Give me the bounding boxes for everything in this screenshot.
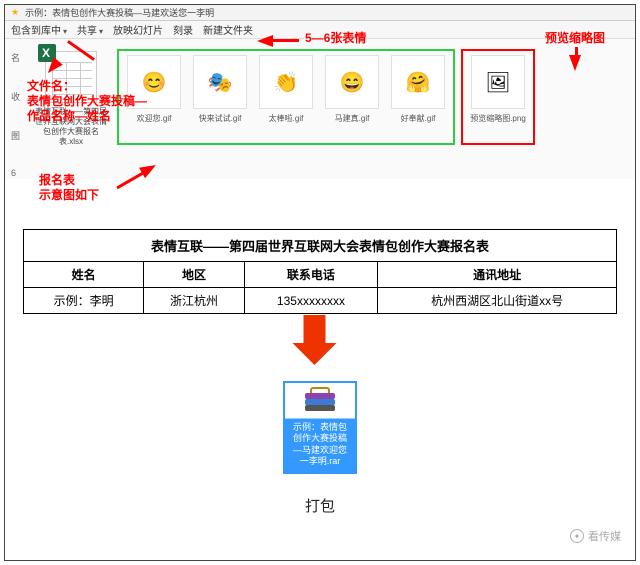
table-title: 表情互联——第四届世界互联网大会表情包创作大赛报名表 xyxy=(23,229,617,261)
table-row: 示例：李明 浙江杭州 135xxxxxxxx 杭州西湖区北山街道xx号 xyxy=(24,288,617,314)
thumb-png-preview[interactable]: 🖼预览缩略图.png xyxy=(467,55,529,139)
ribbon-slideshow[interactable]: 放映幻灯片 xyxy=(113,22,163,37)
ribbon-burn[interactable]: 刻录 xyxy=(173,22,193,37)
th-phone: 联系电话 xyxy=(244,262,377,288)
image-icon: 🖼 xyxy=(471,55,525,109)
wechat-icon: ✦ xyxy=(570,529,584,543)
th-region: 地区 xyxy=(144,262,244,288)
ribbon-share[interactable]: 共享 xyxy=(77,22,103,37)
anno-count: 5—6张表情 xyxy=(305,29,366,46)
thumb-gif-4[interactable]: 😄马建真.gif xyxy=(321,55,383,139)
expression-group: 😊欢迎您.gif 🎭快来试试.gif 👏太棒啦.gif 😄马建真.gif 🤗好奉… xyxy=(117,49,455,145)
favorite-icon: ★ xyxy=(11,7,19,18)
arrowhead-icon xyxy=(257,35,273,47)
thumb-gif-5[interactable]: 🤗好奉献.gif xyxy=(387,55,449,139)
down-arrow-icon xyxy=(304,315,337,365)
th-name: 姓名 xyxy=(24,262,144,288)
pack-label: 打包 xyxy=(305,495,335,516)
th-address: 通讯地址 xyxy=(378,262,617,288)
thumb-gif-3[interactable]: 👏太棒啦.gif xyxy=(255,55,317,139)
anno-filename: 文件名： 表情包创作大赛投稿— 作品名称—姓名 xyxy=(27,79,147,124)
face-icon: 🤗 xyxy=(391,55,445,109)
rar-caption: 示例：表情包创作大赛投稿—马建欢迎您一李明.rar xyxy=(289,421,351,468)
signup-table: 表情互联——第四届世界互联网大会表情包创作大赛报名表 姓名 地区 联系电话 通讯… xyxy=(23,229,617,314)
rar-archive[interactable]: 示例：表情包创作大赛投稿—马建欢迎您一李明.rar xyxy=(283,381,357,474)
thumb-gif-2[interactable]: 🎭快来试试.gif xyxy=(189,55,251,139)
path-text: 示例：表情包创作大赛投稿—马建欢送您一李明 xyxy=(25,6,214,19)
titlebar: ★ 示例：表情包创作大赛投稿—马建欢送您一李明 xyxy=(5,5,635,21)
watermark: ✦ 看传媒 xyxy=(570,528,621,544)
preview-group: 🖼预览缩略图.png xyxy=(461,49,535,145)
side-letters: 名收图6 xyxy=(11,49,25,178)
arrow-icon xyxy=(269,39,299,42)
face-icon: 👏 xyxy=(259,55,313,109)
face-icon: 😄 xyxy=(325,55,379,109)
anno-preview: 预览缩略图 xyxy=(545,29,605,46)
ribbon-newfolder[interactable]: 新建文件夹 xyxy=(203,22,253,37)
anno-form: 报名表 示意图如下 xyxy=(39,173,99,203)
rar-icon xyxy=(300,387,340,419)
ribbon-library[interactable]: 包含到库中 xyxy=(11,22,67,37)
face-icon: 🎭 xyxy=(193,55,247,109)
arrowhead-icon xyxy=(569,55,581,71)
